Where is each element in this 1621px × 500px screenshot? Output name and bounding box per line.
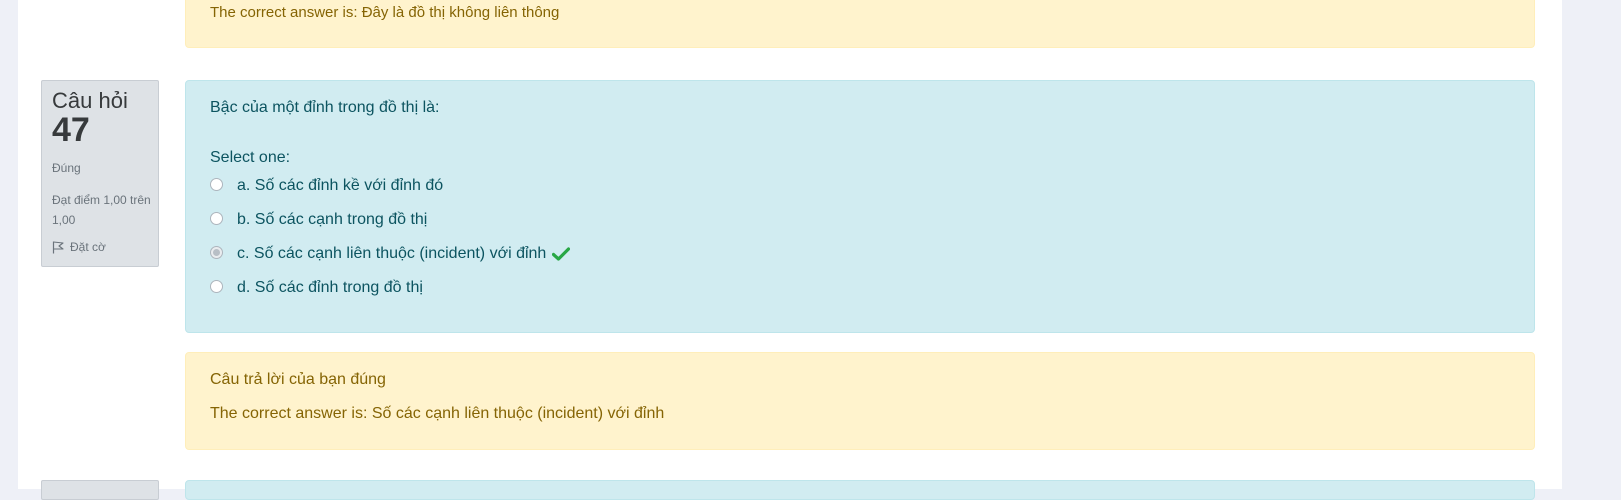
previous-correct-answer: The correct answer is: Đây là đồ thị khô… [210,4,560,21]
question-feedback: Câu trả lời của bạn đúng The correct ans… [185,352,1535,450]
question-text: Bậc của một đỉnh trong đồ thị là: [210,99,440,116]
next-question-info-panel [41,480,159,500]
answer-label-a: a. Số các đỉnh kề với đỉnh đó [237,177,444,194]
question-content: Bậc của một đỉnh trong đồ thị là: Select… [185,80,1535,333]
answer-option-b[interactable]: b. Số các cạnh trong đồ thị [210,211,427,229]
page-content: The correct answer is: Đây là đồ thị khô… [18,0,1562,500]
next-question-content [185,480,1535,500]
radio-d[interactable] [210,279,223,293]
feedback-result: Câu trả lời của bạn đúng [210,371,386,388]
check-icon [552,247,571,261]
answer-option-a[interactable]: a. Số các đỉnh kề với đỉnh đó [210,177,443,195]
radio-b[interactable] [210,211,223,225]
flag-question-button[interactable]: Đặt cờ [52,240,106,254]
answer-label-c: c. Số các cạnh liên thuộc (incident) với… [237,245,547,262]
question-number: 47 [52,111,90,149]
answer-option-d[interactable]: d. Số các đỉnh trong đồ thị [210,279,423,297]
question-grade: Đạt điểm 1,00 trên 1,00 [52,193,151,227]
flag-icon [52,240,64,253]
feedback-correct-answer: The correct answer is: Số các cạnh liên … [210,405,665,422]
question-state: Đúng [52,161,81,175]
answer-option-c[interactable]: c. Số các cạnh liên thuộc (incident) với… [210,245,571,263]
radio-a[interactable] [210,177,223,191]
radio-c[interactable] [210,245,223,259]
flag-label: Đặt cờ [70,240,106,254]
previous-question-feedback: The correct answer is: Đây là đồ thị khô… [185,0,1535,48]
question-info-panel: Câu hỏi 47 Đúng Đạt điểm 1,00 trên 1,00 … [41,80,159,267]
select-one-prompt: Select one: [210,149,291,166]
answer-label-d: d. Số các đỉnh trong đồ thị [237,279,423,296]
answer-label-b: b. Số các cạnh trong đồ thị [237,211,428,228]
